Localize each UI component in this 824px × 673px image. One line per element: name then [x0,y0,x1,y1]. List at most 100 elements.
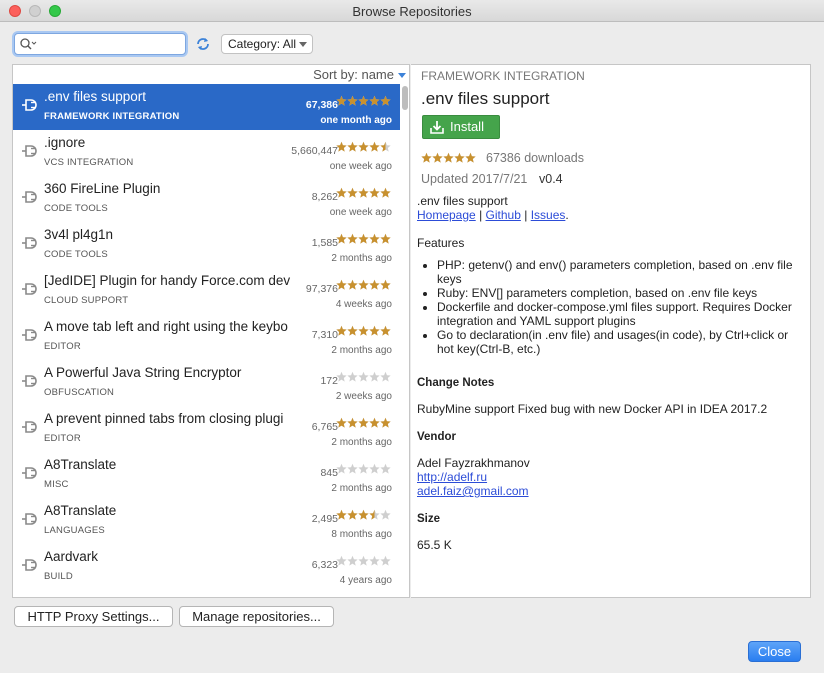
plugin-downloads: 2,495 [311,513,338,525]
star-fill-icon [347,417,358,428]
category-dropdown-label: Category: All [228,37,297,51]
star-fill-icon [369,325,380,336]
plugin-icon [22,99,37,111]
star-fill-icon [347,233,358,244]
plugin-date: 2 weeks ago [335,391,392,402]
plugin-icon [22,375,37,387]
description-text: .env files support [417,194,508,208]
list-scrollbar[interactable] [400,84,409,597]
scrollbar-thumb[interactable] [402,86,408,110]
star-fill-icon [336,325,347,336]
http-proxy-settings-button[interactable]: HTTP Proxy Settings... [14,606,173,627]
window-title: Browse Repositories [352,4,472,19]
star-icon [369,371,380,382]
plugin-list-item[interactable]: .ignore VCS INTEGRATION 5,660,447 one week … [13,130,400,176]
search-input[interactable] [39,36,181,52]
star-icon [358,371,369,382]
plugin-date: one month ago [320,115,392,126]
star-icon [380,555,391,566]
plugin-list-item[interactable]: 360 FireLine Plugin CODE TOOLS 8,262 one we… [13,176,400,222]
plugin-date: 2 months ago [331,483,392,494]
detail-description: .env files support Homepage | Github | I… [417,194,802,552]
plugin-list-item[interactable]: .env files support FRAMEWORK INTEGRATION 6… [13,84,400,130]
refresh-icon[interactable] [194,35,212,53]
plugin-category: LANGUAGES [44,525,105,536]
issues-link[interactable]: Issues [531,208,566,222]
feature-item: Go to declaration(in .env file) and usag… [437,328,802,356]
category-dropdown[interactable]: Category: All [221,34,313,54]
vendor-email-link[interactable]: adel.faiz@gmail.com [417,484,529,498]
search-box[interactable] [14,33,186,55]
plugin-list-item[interactable]: 3v4l pl4g1n CODE TOOLS 1,585 2 months ago [13,222,400,268]
plugin-rating-stars [336,95,391,106]
plugin-rating-stars [336,509,391,520]
star-fill-icon [358,233,369,244]
feature-item: Dockerfile and docker-compose.yml files … [437,300,802,328]
star-fill-icon [358,325,369,336]
star-fill-icon [336,95,347,106]
detail-category: FRAMEWORK INTEGRATION [421,69,585,83]
star-fill-icon [421,152,432,163]
features-list: PHP: getenv() and env() parameters compl… [417,258,802,356]
star-fill-icon [380,233,391,244]
detail-version: v0.4 [539,172,563,186]
plugin-list-item[interactable]: A8Translate MISC 845 2 months ago [13,452,400,498]
plugin-date: 2 months ago [331,437,392,448]
feature-item: PHP: getenv() and env() parameters compl… [437,258,802,286]
vendor-heading: Vendor [417,431,456,443]
star-fill-icon [347,187,358,198]
star-fill-icon [432,152,443,163]
star-icon [380,463,391,474]
plugin-name: .ignore [44,135,86,150]
homepage-link[interactable]: Homepage [417,208,476,222]
star-icon [336,371,347,382]
plugin-list-item[interactable]: A8Translate LANGUAGES 2,495 8 months ago [13,498,400,544]
search-icon[interactable] [19,36,37,52]
install-button[interactable]: Install [422,115,500,139]
plugin-rating-stars [336,187,391,198]
link-separator: | [524,208,528,222]
plugin-category: VCS INTEGRATION [44,157,134,168]
star-icon [380,509,391,520]
plugin-downloads: 8,262 [311,191,338,203]
star-icon [347,555,358,566]
plugin-icon [22,237,37,249]
plugin-list-item[interactable]: [JedIDE] Plugin for handy Force.com dev C… [13,268,400,314]
size-value: 65.5 K [417,538,452,552]
star-fill-icon [369,417,380,428]
star-fill-icon [347,95,358,106]
plugin-list-item[interactable]: A move tab left and right using the keyb… [13,314,400,360]
plugin-rating-stars [336,371,391,382]
star-fill-icon [336,187,347,198]
vendor-url-link[interactable]: http://adelf.ru [417,470,487,484]
star-fill-icon [380,417,391,428]
plugin-rating-stars [336,279,391,290]
star-fill-icon [358,95,369,106]
star-fill-icon [454,152,465,163]
plugin-name: A prevent pinned tabs from closing plugi [44,411,284,426]
plugin-category: BUILD [44,571,73,582]
plugin-category: EDITOR [44,341,81,352]
star-fill-icon [336,509,347,520]
vendor-name: Adel Fayzrakhmanov [417,456,530,470]
plugin-icon [22,513,37,525]
sort-dropdown[interactable]: Sort by: name [313,67,406,85]
plugin-category: FRAMEWORK INTEGRATION [44,111,180,122]
plugin-downloads: 67,386 [305,99,338,111]
title-bar: Browse Repositories [0,0,824,22]
star-icon [369,463,380,474]
star-fill-icon [380,279,391,290]
plugin-list-item[interactable]: Aardvark BUILD 6,323 4 years ago [13,544,400,590]
star-fill-icon [380,95,391,106]
plugin-date: 8 months ago [331,529,392,540]
manage-repositories-button[interactable]: Manage repositories... [179,606,334,627]
plugin-list-item[interactable]: A prevent pinned tabs from closing plugi… [13,406,400,452]
plugin-name: 360 FireLine Plugin [44,181,161,196]
plugin-list: .env files support FRAMEWORK INTEGRATION 6… [13,84,400,590]
detail-plugin-name: .env files support [421,89,550,108]
plugin-date: 2 months ago [331,345,392,356]
close-button[interactable]: Close [748,641,801,662]
detail-downloads: 67386 downloads [486,151,584,165]
github-link[interactable]: Github [486,208,521,222]
plugin-list-item[interactable]: A Powerful Java String Encryptor OBFUSCAT… [13,360,400,406]
